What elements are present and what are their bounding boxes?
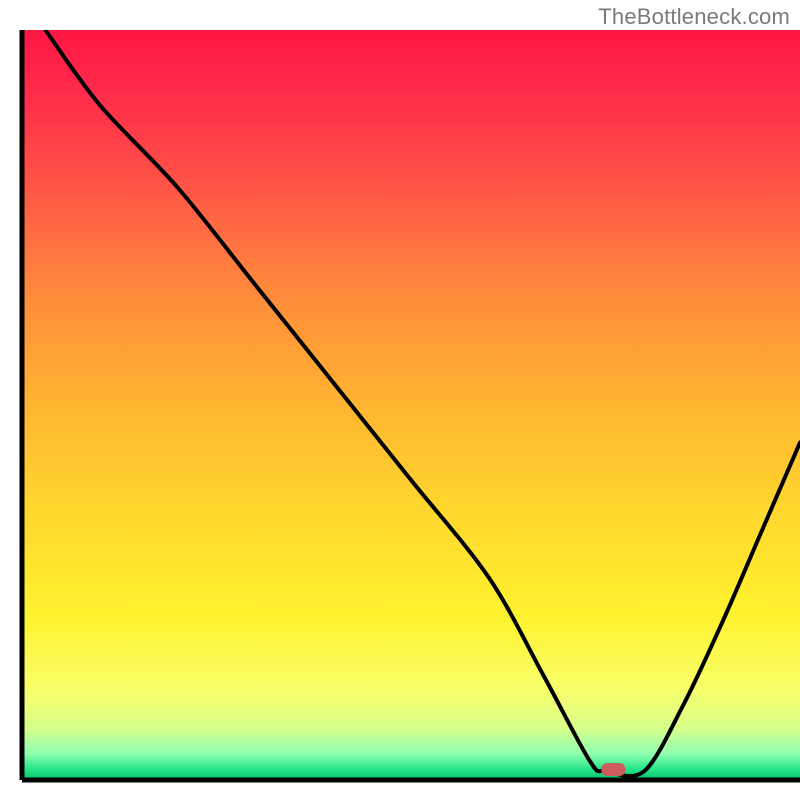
gradient-background	[22, 30, 800, 780]
bottleneck-chart	[0, 0, 800, 800]
optimal-point-marker	[601, 763, 625, 776]
chart-container: { "attribution": "TheBottleneck.com", "c…	[0, 0, 800, 800]
